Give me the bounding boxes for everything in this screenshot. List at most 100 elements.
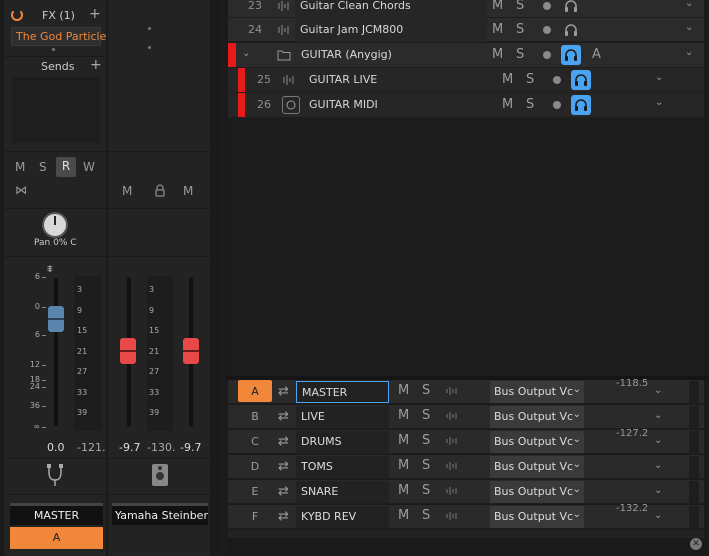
solo-button[interactable]: S [422, 483, 430, 498]
strip-name-field[interactable]: MASTER [10, 503, 103, 525]
solo-button[interactable]: S [526, 72, 534, 87]
bus-name-field[interactable]: LIVE [296, 406, 389, 428]
mute-button[interactable]: M [502, 97, 513, 112]
track-name[interactable]: Guitar Clean Chords [295, 0, 487, 18]
bus-output-select[interactable]: Bus Output Vc ⌄ [490, 506, 584, 528]
mute-button[interactable]: M [398, 483, 409, 498]
chevron-down-icon[interactable]: ⌄ [654, 385, 662, 396]
chevron-down-icon[interactable]: ⌄ [654, 485, 662, 496]
solo-button[interactable]: S [516, 47, 524, 62]
bus-letter[interactable]: D [238, 455, 272, 477]
strip2-monitor-button[interactable]: M [183, 184, 193, 198]
bus-output-select[interactable]: Bus Output Vc ⌄ [490, 381, 584, 403]
bus-row[interactable]: B ⇄ LIVE M S Bus Output Vc ⌄ ⌄ [228, 405, 704, 429]
strip2-mute-button[interactable]: M [122, 184, 132, 198]
link-icon[interactable]: ⋈ [15, 183, 27, 197]
mute-button[interactable]: M [398, 408, 409, 423]
pan-knob[interactable] [42, 212, 68, 238]
volume-value-2[interactable]: -9.7 [119, 441, 140, 454]
solo-button[interactable]: S [422, 408, 430, 423]
record-arm-button[interactable] [543, 51, 551, 59]
track-row[interactable]: 24 Guitar Jam JCM800 M S ⌄ [228, 18, 704, 42]
mute-button[interactable]: M [398, 458, 409, 473]
mute-button[interactable]: M [398, 383, 409, 398]
solo-button[interactable]: S [526, 97, 534, 112]
chevron-down-icon[interactable]: ⌄ [654, 435, 662, 446]
swap-arrows-icon[interactable]: ⇄ [278, 384, 289, 399]
track-name[interactable]: GUITAR (Anygig) [296, 43, 488, 67]
strip2-name-field[interactable]: Yamaha Steinberg [112, 503, 208, 525]
track-row[interactable]: 23 Guitar Clean Chords MS -131.8 ⌄ [228, 0, 704, 18]
lock-icon[interactable] [154, 184, 166, 197]
volume-fader-3[interactable] [183, 337, 199, 364]
strip-output-button[interactable]: A [10, 527, 103, 549]
write-button[interactable]: W [83, 160, 95, 174]
headphones-icon[interactable] [561, 20, 581, 40]
chevron-down-icon[interactable]: ⌄ [655, 72, 663, 83]
close-icon[interactable]: ✕ [690, 538, 702, 550]
power-icon[interactable] [11, 9, 23, 21]
record-arm-button[interactable] [553, 76, 561, 84]
headphones-icon[interactable] [561, 0, 581, 16]
track-name[interactable]: GUITAR MIDI [304, 93, 494, 117]
folder-collapse-icon[interactable]: ⌄ [242, 48, 250, 59]
solo-button[interactable]: S [422, 508, 430, 523]
mute-button[interactable]: M [502, 72, 513, 87]
swap-arrows-icon[interactable]: ⇄ [278, 509, 289, 524]
swap-arrows-icon[interactable]: ⇄ [278, 459, 289, 474]
bus-row[interactable]: F ⇄ KYBD REV M S Bus Output Vc ⌄ -132.2 ⌄ [228, 503, 704, 529]
mute-button[interactable]: M [492, 0, 503, 13]
fx-add-button[interactable]: + [89, 6, 101, 22]
bus-name-field[interactable]: SNARE [296, 481, 389, 503]
volume-value[interactable]: 0.0 [47, 441, 65, 454]
bus-letter[interactable]: A [238, 380, 272, 402]
bus-output-select[interactable]: Bus Output Vc ⌄ [490, 481, 584, 503]
bus-output-select[interactable]: Bus Output Vc ⌄ [490, 406, 584, 428]
track-name[interactable]: Guitar Jam JCM800 [295, 18, 487, 42]
solo-button[interactable]: S [422, 433, 430, 448]
track-row[interactable]: ⌄ GUITAR (Anygig) M S A ⌄ [228, 43, 704, 68]
track-name[interactable]: GUITAR LIVE [304, 68, 494, 92]
track-row[interactable]: 25 GUITAR LIVE M S ⌄ [228, 68, 704, 93]
sends-add-button[interactable]: + [90, 57, 102, 73]
solo-button[interactable]: S [422, 458, 430, 473]
bus-letter[interactable]: E [238, 480, 272, 502]
record-arm-button[interactable] [553, 101, 561, 109]
bus-letter[interactable]: C [238, 430, 272, 452]
record-arm-button[interactable] [543, 26, 551, 34]
mute-button[interactable]: M [492, 47, 503, 62]
automation-button[interactable]: A [592, 47, 601, 62]
headphones-icon[interactable] [561, 45, 581, 65]
solo-button[interactable]: S [39, 160, 47, 174]
bus-name-field[interactable]: MASTER [296, 381, 389, 403]
bus-letter[interactable]: F [238, 505, 272, 527]
solo-button[interactable]: S [516, 0, 524, 13]
bus-output-select[interactable]: Bus Output Vc ⌄ [490, 456, 584, 478]
chevron-down-icon[interactable]: ⌄ [685, 22, 693, 33]
chevron-down-icon[interactable]: ⌄ [685, 0, 693, 9]
read-button[interactable]: R [56, 157, 76, 177]
chevron-down-icon[interactable]: ⌄ [655, 97, 663, 108]
headphones-icon[interactable] [571, 95, 591, 115]
bus-output-select[interactable]: Bus Output Vc ⌄ [490, 431, 584, 453]
mute-button[interactable]: M [492, 22, 503, 37]
chevron-down-icon[interactable]: ⌄ [685, 47, 693, 58]
bus-row[interactable]: D ⇄ TOMS M S Bus Output Vc ⌄ ⌄ [228, 455, 704, 479]
swap-arrows-icon[interactable]: ⇄ [278, 434, 289, 449]
bus-name-field[interactable]: DRUMS [296, 431, 389, 453]
bus-row[interactable]: E ⇄ SNARE M S Bus Output Vc ⌄ ⌄ [228, 480, 704, 504]
bus-row[interactable]: A ⇄ MASTER M S Bus Output Vc ⌄ -118.5 ⌄ [228, 378, 704, 404]
bus-name-field[interactable]: KYBD REV [296, 506, 389, 528]
chevron-down-icon[interactable]: ⌄ [654, 410, 662, 421]
bus-row[interactable]: C ⇄ DRUMS M S Bus Output Vc ⌄ -127.2 ⌄ [228, 428, 704, 454]
volume-fader-2[interactable] [120, 337, 136, 364]
sends-area[interactable] [12, 77, 100, 143]
solo-button[interactable]: S [422, 383, 430, 398]
mute-button[interactable]: M [398, 433, 409, 448]
volume-fader[interactable] [48, 306, 64, 333]
record-arm-button[interactable] [543, 2, 551, 10]
mute-button[interactable]: M [398, 508, 409, 523]
track-row[interactable]: 26 GUITAR MIDI M S ⌄ [228, 93, 704, 118]
swap-arrows-icon[interactable]: ⇄ [278, 409, 289, 424]
chevron-down-icon[interactable]: ⌄ [654, 510, 662, 521]
